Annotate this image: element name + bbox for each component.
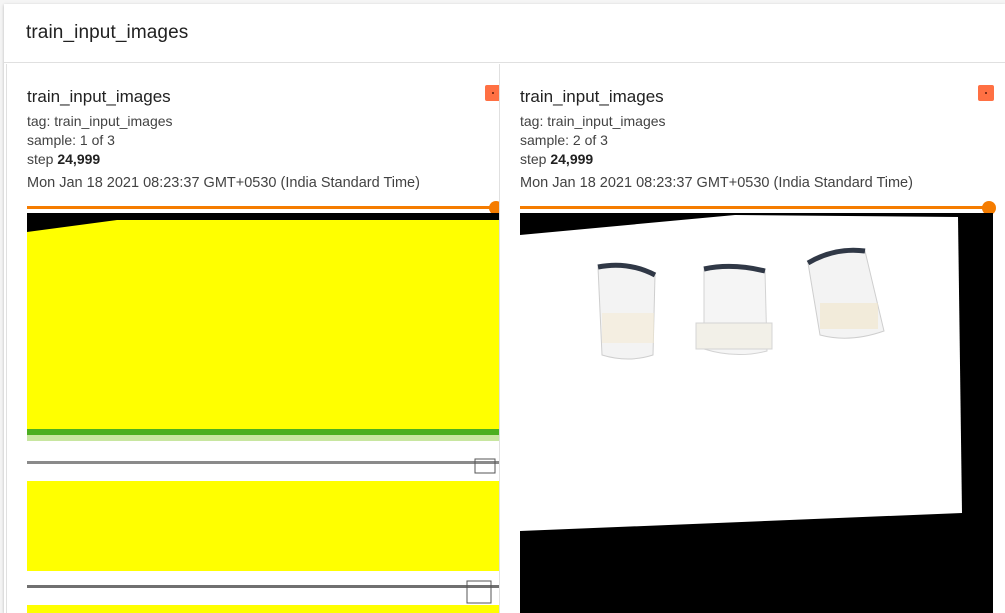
expand-icon [985, 92, 987, 94]
category-title: train_input_images [26, 22, 189, 43]
image-dashboard-panel: train_input_images train_input_images ta… [4, 4, 1005, 613]
sample-image [520, 213, 993, 613]
category-header[interactable]: train_input_images [4, 4, 1005, 63]
card-sample: sample: 2 of 3 [520, 132, 608, 148]
image-card-1: train_input_images tag: train_input_imag… [6, 64, 503, 613]
step-label: step [520, 151, 551, 167]
image-yellow-strips [27, 213, 500, 613]
image-three-vials [520, 213, 993, 613]
card-title: train_input_images [520, 87, 664, 106]
sample-image [27, 213, 500, 613]
card-timestamp: Mon Jan 18 2021 08:23:37 GMT+0530 (India… [520, 175, 913, 191]
card-timestamp: Mon Jan 18 2021 08:23:37 GMT+0530 (India… [27, 175, 420, 191]
card-title: train_input_images [27, 87, 171, 106]
expand-icon [492, 92, 494, 94]
step-label: step [27, 151, 58, 167]
image-card-2: train_input_images tag: train_input_imag… [499, 64, 996, 613]
slider-track[interactable] [520, 206, 988, 209]
expand-image-button[interactable] [978, 85, 994, 101]
card-step: step 24,999 [27, 151, 100, 167]
card-sample: sample: 1 of 3 [27, 132, 115, 148]
card-tag: tag: train_input_images [520, 113, 666, 129]
slider-track[interactable] [27, 206, 495, 209]
step-value: 24,999 [550, 151, 594, 167]
card-tag: tag: train_input_images [27, 113, 173, 129]
step-value: 24,999 [57, 151, 101, 167]
card-step: step 24,999 [520, 151, 593, 167]
